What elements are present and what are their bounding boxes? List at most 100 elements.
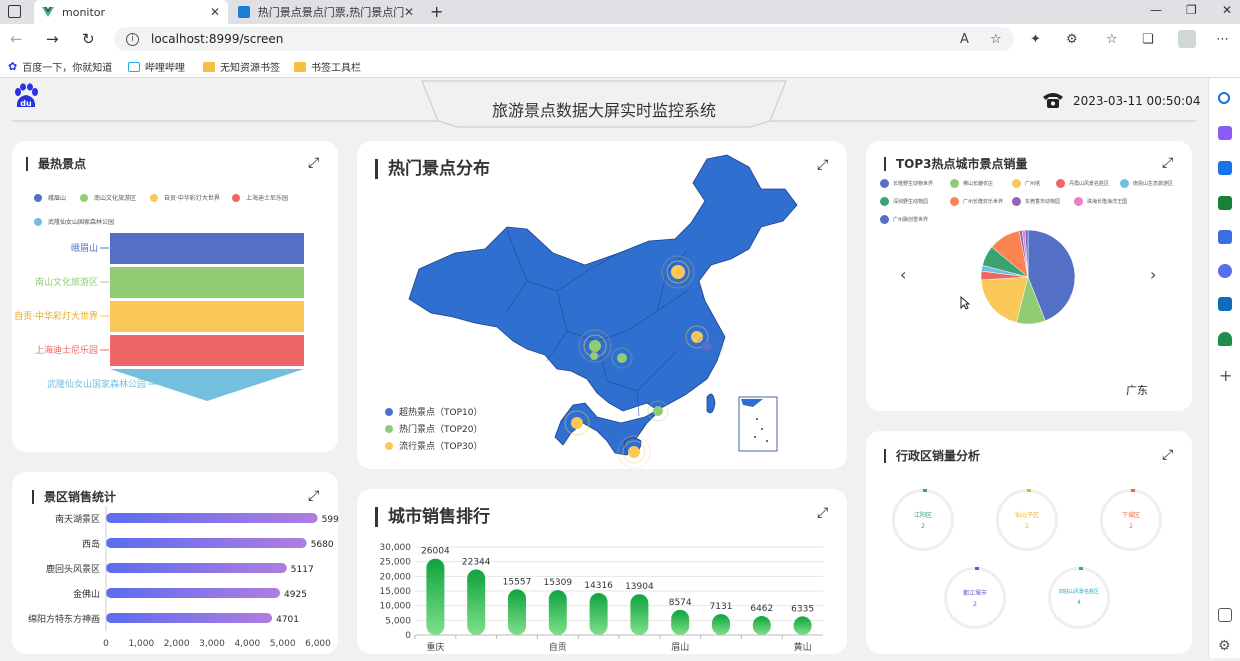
- tab-actions-icon[interactable]: [8, 5, 21, 18]
- back-button[interactable]: ←: [10, 30, 23, 48]
- sales-bar[interactable]: [106, 588, 281, 598]
- legend-item[interactable]: 东莞香市动物园: [1012, 197, 1060, 206]
- city-bar[interactable]: [793, 616, 812, 635]
- copilot-icon[interactable]: [1218, 126, 1232, 140]
- x-tick-label: 眉山: [671, 642, 689, 653]
- collections-icon[interactable]: ❏: [1142, 32, 1154, 47]
- tree-icon[interactable]: [1218, 332, 1232, 346]
- city-bar[interactable]: [712, 614, 730, 635]
- extensions-puzzle-icon[interactable]: ⚙: [1066, 32, 1078, 47]
- funnel-segment-2[interactable]: [110, 267, 304, 298]
- edge-sidebar: + ⚙: [1208, 78, 1240, 658]
- next-arrow-button[interactable]: ›: [1150, 265, 1156, 284]
- value-label: 13904: [625, 582, 654, 592]
- legend-item[interactable]: 深圳野生动物园: [880, 197, 928, 206]
- prev-arrow-button[interactable]: ‹: [900, 265, 906, 284]
- legend-item[interactable]: 长隆野生动物世界: [880, 179, 933, 188]
- city-bar-chart: 0 5,000 10,000 15,000 20,000 25,000 30,000 2600…: [380, 543, 823, 653]
- district-ring[interactable]: 仙山子区 2: [996, 489, 1058, 551]
- legend-dot: [1120, 179, 1129, 188]
- category-label: 金佛山: [73, 588, 100, 600]
- district-ring[interactable]: 江阳区 2: [892, 489, 954, 551]
- legend-item[interactable]: 佛山长鹿农庄: [950, 179, 993, 188]
- legend-item[interactable]: 广州融创雪世界: [880, 215, 928, 224]
- funnel-segment-4[interactable]: [110, 335, 304, 366]
- more-menu-icon[interactable]: ⋯: [1216, 32, 1229, 47]
- expand-icon[interactable]: ⤢: [308, 155, 319, 171]
- read-aloud-icon[interactable]: A: [960, 32, 969, 47]
- sales-bar[interactable]: [106, 563, 287, 573]
- legend-item[interactable]: 广州长隆欢乐世界: [950, 197, 1003, 206]
- district-ring[interactable]: 四姑山风景名胜区 4: [1048, 567, 1110, 629]
- legend-item[interactable]: 超热景点（TOP10）: [385, 405, 482, 418]
- games-icon[interactable]: [1218, 264, 1232, 278]
- city-bar[interactable]: [548, 590, 567, 635]
- settings-gear-icon[interactable]: ⚙: [1218, 638, 1231, 654]
- reload-button[interactable]: ↻: [82, 30, 95, 48]
- expand-icon[interactable]: ⤢: [817, 505, 828, 521]
- page-title: 旅游景点数据大屏实时监控系统: [491, 101, 716, 120]
- funnel-segment-1[interactable]: [110, 233, 304, 264]
- city-bar[interactable]: [467, 569, 486, 635]
- legend-item[interactable]: 流行景点（TOP30）: [385, 439, 482, 452]
- map-region-taiwan[interactable]: [706, 393, 716, 414]
- ring-label: 江阳区: [913, 512, 932, 519]
- legend-item[interactable]: 丹霞山风景名胜区: [1056, 179, 1109, 188]
- people-icon[interactable]: [1218, 230, 1232, 244]
- new-tab-button[interactable]: +: [430, 2, 443, 21]
- city-bar[interactable]: [589, 593, 608, 635]
- legend-item[interactable]: 广州塔: [1012, 179, 1040, 188]
- favorite-add-icon[interactable]: ☆: [990, 32, 1002, 47]
- bookmark-folder-toolbar[interactable]: 书签工具栏: [294, 59, 361, 74]
- split-screen-icon[interactable]: [1218, 608, 1232, 622]
- add-sidebar-app-icon[interactable]: +: [1219, 366, 1232, 385]
- district-ring[interactable]: 都江堰市 2: [944, 567, 1006, 629]
- shopping-tag-icon[interactable]: [1218, 161, 1232, 175]
- outlook-icon[interactable]: [1218, 297, 1232, 311]
- hot-spots-card: 最热景点 ⤢ 峨眉山 南山文化旅游区 自贡·中华彩灯大世界 上海迪士尼乐园 武隆…: [12, 141, 338, 452]
- legend-item[interactable]: 峨眉山: [34, 193, 66, 202]
- city-bar[interactable]: [630, 594, 649, 635]
- sales-bar[interactable]: [106, 538, 307, 548]
- sales-bar[interactable]: [106, 513, 318, 523]
- legend-item[interactable]: 珠海长隆海洋王国: [1074, 197, 1127, 206]
- card-title: 行政区销量分析: [884, 449, 980, 463]
- bookmark-folder-resources[interactable]: 无知资源书签: [203, 59, 280, 74]
- ring-marker: [923, 489, 927, 492]
- city-bar[interactable]: [671, 609, 690, 635]
- tools-icon[interactable]: [1218, 196, 1232, 210]
- expand-icon[interactable]: ⤢: [1162, 447, 1173, 463]
- district-ring[interactable]: 下城区 2: [1100, 489, 1162, 551]
- legend-item[interactable]: 热门景点（TOP20）: [385, 422, 482, 435]
- maximize-button[interactable]: ❐: [1186, 3, 1197, 17]
- baidu-paw-icon: ✿: [8, 60, 18, 73]
- sales-bar[interactable]: [106, 613, 273, 623]
- expand-icon[interactable]: ⤢: [308, 488, 319, 504]
- profile-avatar[interactable]: [1178, 30, 1196, 48]
- legend-item[interactable]: 自贡·中华彩灯大世界: [150, 193, 220, 202]
- city-bar[interactable]: [426, 558, 445, 635]
- legend-item[interactable]: 南昆山生态旅游区: [1120, 179, 1173, 188]
- dashboard: du 旅游景点数据大屏实时监控系统 2023-03-11 00:50:04 最热…: [0, 79, 1208, 658]
- extension-icon[interactable]: ✦: [1030, 32, 1041, 47]
- forward-button[interactable]: →: [46, 30, 59, 48]
- minimize-button[interactable]: —: [1150, 3, 1162, 17]
- search-icon[interactable]: [1218, 92, 1230, 104]
- legend-item[interactable]: 上海迪士尼乐园: [232, 193, 288, 202]
- bookmark-bilibili[interactable]: 哔哩哔哩: [128, 59, 185, 74]
- tab-tickets[interactable]: 热门景点景点门票,热门景点门票 ✕: [230, 0, 422, 24]
- close-window-button[interactable]: ✕: [1222, 3, 1232, 17]
- tab-monitor[interactable]: monitor ✕: [34, 0, 228, 24]
- favorites-icon[interactable]: ☆: [1106, 32, 1118, 47]
- city-bar[interactable]: [752, 616, 771, 635]
- bookmark-baidu[interactable]: ✿ 百度一下，你就知道: [8, 59, 112, 74]
- city-bar[interactable]: [508, 589, 526, 635]
- expand-icon[interactable]: ⤢: [1162, 155, 1173, 171]
- legend-item[interactable]: 南山文化旅游区: [80, 193, 136, 202]
- close-tab-icon[interactable]: ✕: [404, 5, 414, 19]
- site-info-icon[interactable]: i: [126, 32, 139, 46]
- mouse-cursor-icon: [960, 295, 971, 314]
- url-field[interactable]: i localhost:8999/screen: [114, 27, 1014, 51]
- funnel-segment-3[interactable]: [110, 301, 304, 332]
- close-tab-icon[interactable]: ✕: [210, 5, 220, 19]
